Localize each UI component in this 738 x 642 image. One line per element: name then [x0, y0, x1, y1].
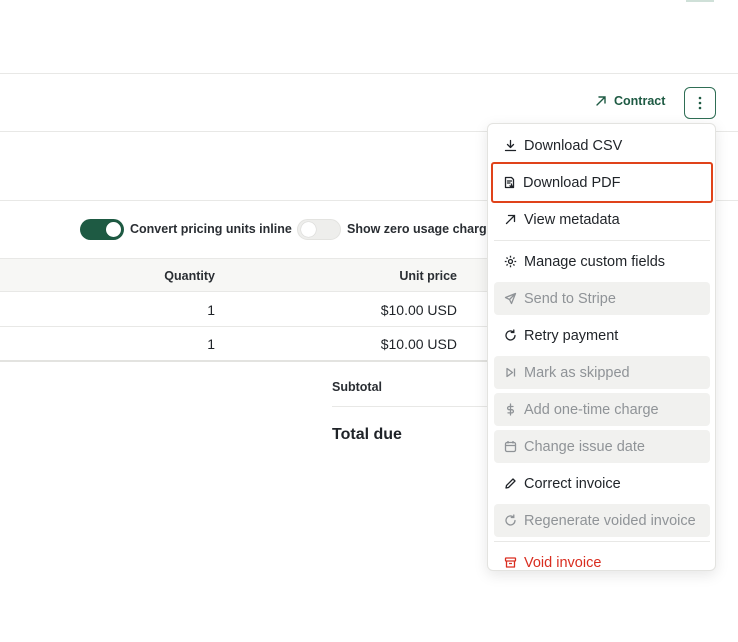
table-header: Quantity Unit price	[0, 258, 520, 292]
actions-menu: Download CSV Download PDF View metadata …	[487, 123, 716, 571]
menu-item-correct-invoice[interactable]: Correct invoice	[494, 467, 710, 500]
menu-separator	[494, 240, 710, 241]
skip-icon	[506, 367, 516, 378]
menu-item-add-one-time-charge[interactable]: Add one-time charge	[494, 393, 710, 426]
top-corner-edge	[686, 0, 714, 2]
menu-item-label: Download CSV	[524, 137, 623, 154]
table-row: 1 $10.00 USD	[0, 327, 520, 362]
send-icon	[504, 292, 517, 305]
menu-item-download-pdf[interactable]: Download PDF	[491, 162, 713, 203]
menu-item-label: Mark as skipped	[524, 364, 630, 381]
menu-item-regenerate-voided-invoice[interactable]: Regenerate voided invoice	[494, 504, 710, 537]
divider	[0, 73, 738, 74]
pencil-icon	[505, 478, 516, 489]
more-actions-button[interactable]	[684, 87, 716, 119]
menu-item-retry-payment[interactable]: Retry payment	[494, 319, 710, 352]
menu-item-label: Download PDF	[523, 174, 621, 191]
menu-item-send-to-stripe[interactable]: Send to Stripe	[494, 282, 710, 315]
arrow-up-right-icon	[505, 214, 516, 225]
contract-link-label: Contract	[614, 94, 666, 108]
contract-link[interactable]: Contract	[595, 94, 665, 108]
menu-item-view-metadata[interactable]: View metadata	[494, 203, 710, 236]
arrow-up-right-icon	[596, 96, 606, 106]
divider	[332, 406, 492, 407]
menu-item-void-invoice[interactable]: Void invoice	[494, 546, 710, 571]
toggle-knob	[106, 222, 121, 237]
menu-item-label: Change issue date	[524, 438, 645, 455]
refresh-icon	[505, 514, 516, 526]
table-row: 1 $10.00 USD	[0, 293, 520, 327]
kebab-icon	[698, 96, 702, 110]
menu-item-download-csv[interactable]: Download CSV	[494, 129, 710, 162]
menu-separator	[494, 541, 710, 542]
menu-item-label: View metadata	[524, 211, 620, 228]
convert-pricing-toggle[interactable]	[80, 219, 124, 240]
menu-item-label: Retry payment	[524, 327, 619, 344]
menu-item-label: Add one-time charge	[524, 401, 659, 418]
menu-item-label: Send to Stripe	[524, 290, 616, 307]
quantity-cell: 1	[207, 302, 215, 318]
menu-item-label: Void invoice	[524, 554, 602, 571]
refresh-icon	[505, 329, 516, 341]
subtotal-label: Subtotal	[332, 380, 382, 394]
unit-price-cell: $10.00 USD	[380, 302, 457, 318]
menu-item-mark-as-skipped[interactable]: Mark as skipped	[494, 356, 710, 389]
gear-icon	[504, 255, 517, 268]
total-due-label: Total due	[332, 426, 402, 443]
dollar-icon	[507, 403, 514, 416]
toggle-knob	[301, 222, 316, 237]
menu-item-label: Correct invoice	[524, 475, 621, 492]
show-zero-usage-label: Show zero usage charge	[347, 222, 494, 236]
quantity-cell: 1	[207, 336, 215, 352]
menu-item-label: Manage custom fields	[524, 253, 666, 270]
archive-icon	[504, 557, 517, 568]
calendar-icon	[504, 441, 517, 453]
unit-price-cell: $10.00 USD	[380, 336, 457, 352]
column-header-unit-price: Unit price	[399, 269, 457, 283]
show-zero-usage-toggle[interactable]	[297, 219, 341, 240]
menu-item-label: Regenerate voided invoice	[524, 512, 696, 529]
menu-item-change-issue-date[interactable]: Change issue date	[494, 430, 710, 463]
menu-item-manage-custom-fields[interactable]: Manage custom fields	[494, 245, 710, 278]
file-download-icon	[504, 176, 515, 189]
download-icon	[504, 139, 517, 152]
convert-pricing-label: Convert pricing units inline	[130, 222, 292, 236]
column-header-quantity: Quantity	[164, 269, 215, 283]
